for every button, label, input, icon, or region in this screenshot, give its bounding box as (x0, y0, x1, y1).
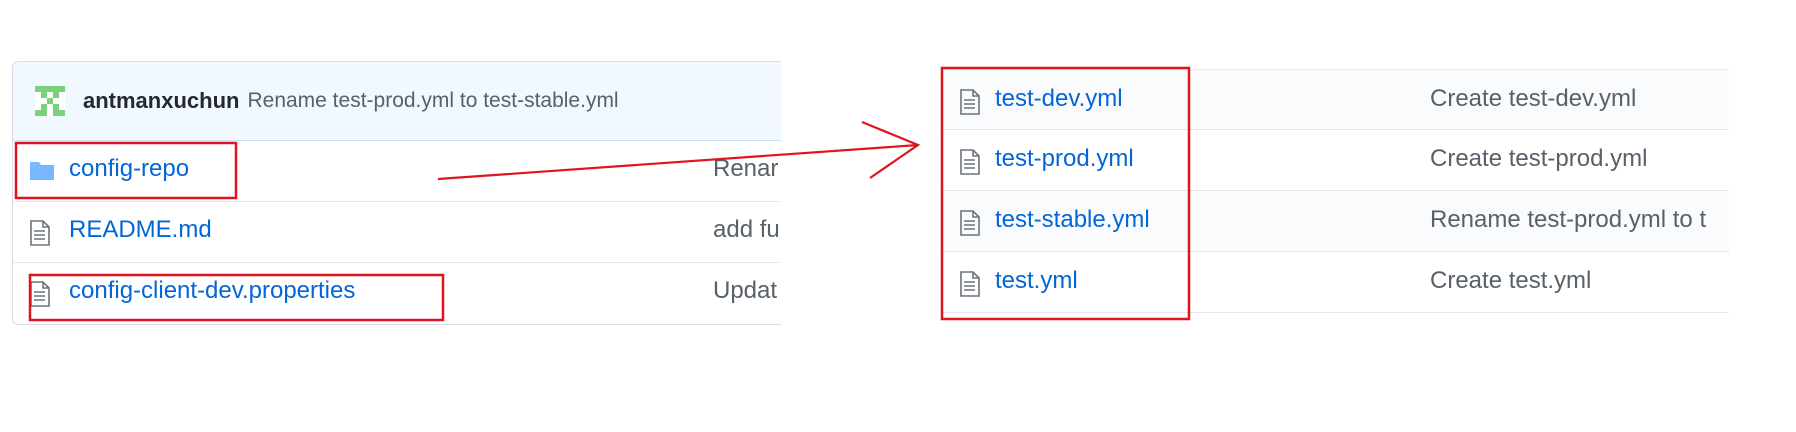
file-row[interactable]: test-stable.yml Rename test-prod.yml to … (942, 191, 1729, 252)
file-row[interactable]: test-prod.yml Create test-prod.yml (942, 130, 1729, 191)
file-icon (960, 271, 980, 297)
commit-message[interactable]: Rename test-prod.yml to test-stable.yml (247, 89, 618, 113)
file-row[interactable]: config-repo Renar (13, 141, 781, 202)
repo-file-browser: antmanxuchun Rename test-prod.yml to tes… (12, 61, 781, 325)
file-name-link[interactable]: config-client-dev.properties (69, 277, 355, 305)
folder-icon (30, 162, 54, 180)
file-icon (960, 149, 980, 175)
file-name-link[interactable]: test-prod.yml (995, 145, 1134, 173)
avatar[interactable] (35, 86, 65, 116)
file-row[interactable]: test.yml Create test.yml (942, 252, 1729, 313)
file-row[interactable]: README.md add fu (13, 202, 781, 263)
file-row[interactable]: config-client-dev.properties Updat (13, 263, 781, 324)
file-icon (30, 220, 50, 246)
file-icon (30, 281, 50, 307)
file-commit-message[interactable]: Updat (713, 277, 777, 305)
file-icon (960, 210, 980, 236)
file-commit-message[interactable]: Rename test-prod.yml to t (1430, 206, 1706, 234)
file-name-link[interactable]: config-repo (69, 155, 189, 183)
config-repo-file-list: test-dev.yml Create test-dev.yml test-pr… (941, 69, 1729, 316)
file-icon (960, 89, 980, 115)
file-name-link[interactable]: README.md (69, 216, 212, 244)
file-name-link[interactable]: test-stable.yml (995, 206, 1150, 234)
file-commit-message[interactable]: Create test-prod.yml (1430, 145, 1647, 173)
file-name-link[interactable]: test.yml (995, 267, 1078, 295)
commit-author[interactable]: antmanxuchun (83, 88, 239, 114)
file-row[interactable]: test-dev.yml Create test-dev.yml (942, 69, 1729, 130)
file-commit-message[interactable]: Create test.yml (1430, 267, 1591, 295)
file-commit-message[interactable]: Renar (713, 155, 778, 183)
latest-commit-bar: antmanxuchun Rename test-prod.yml to tes… (13, 62, 781, 141)
file-name-link[interactable]: test-dev.yml (995, 85, 1123, 113)
file-commit-message[interactable]: add fu (713, 216, 780, 244)
file-commit-message[interactable]: Create test-dev.yml (1430, 85, 1636, 113)
